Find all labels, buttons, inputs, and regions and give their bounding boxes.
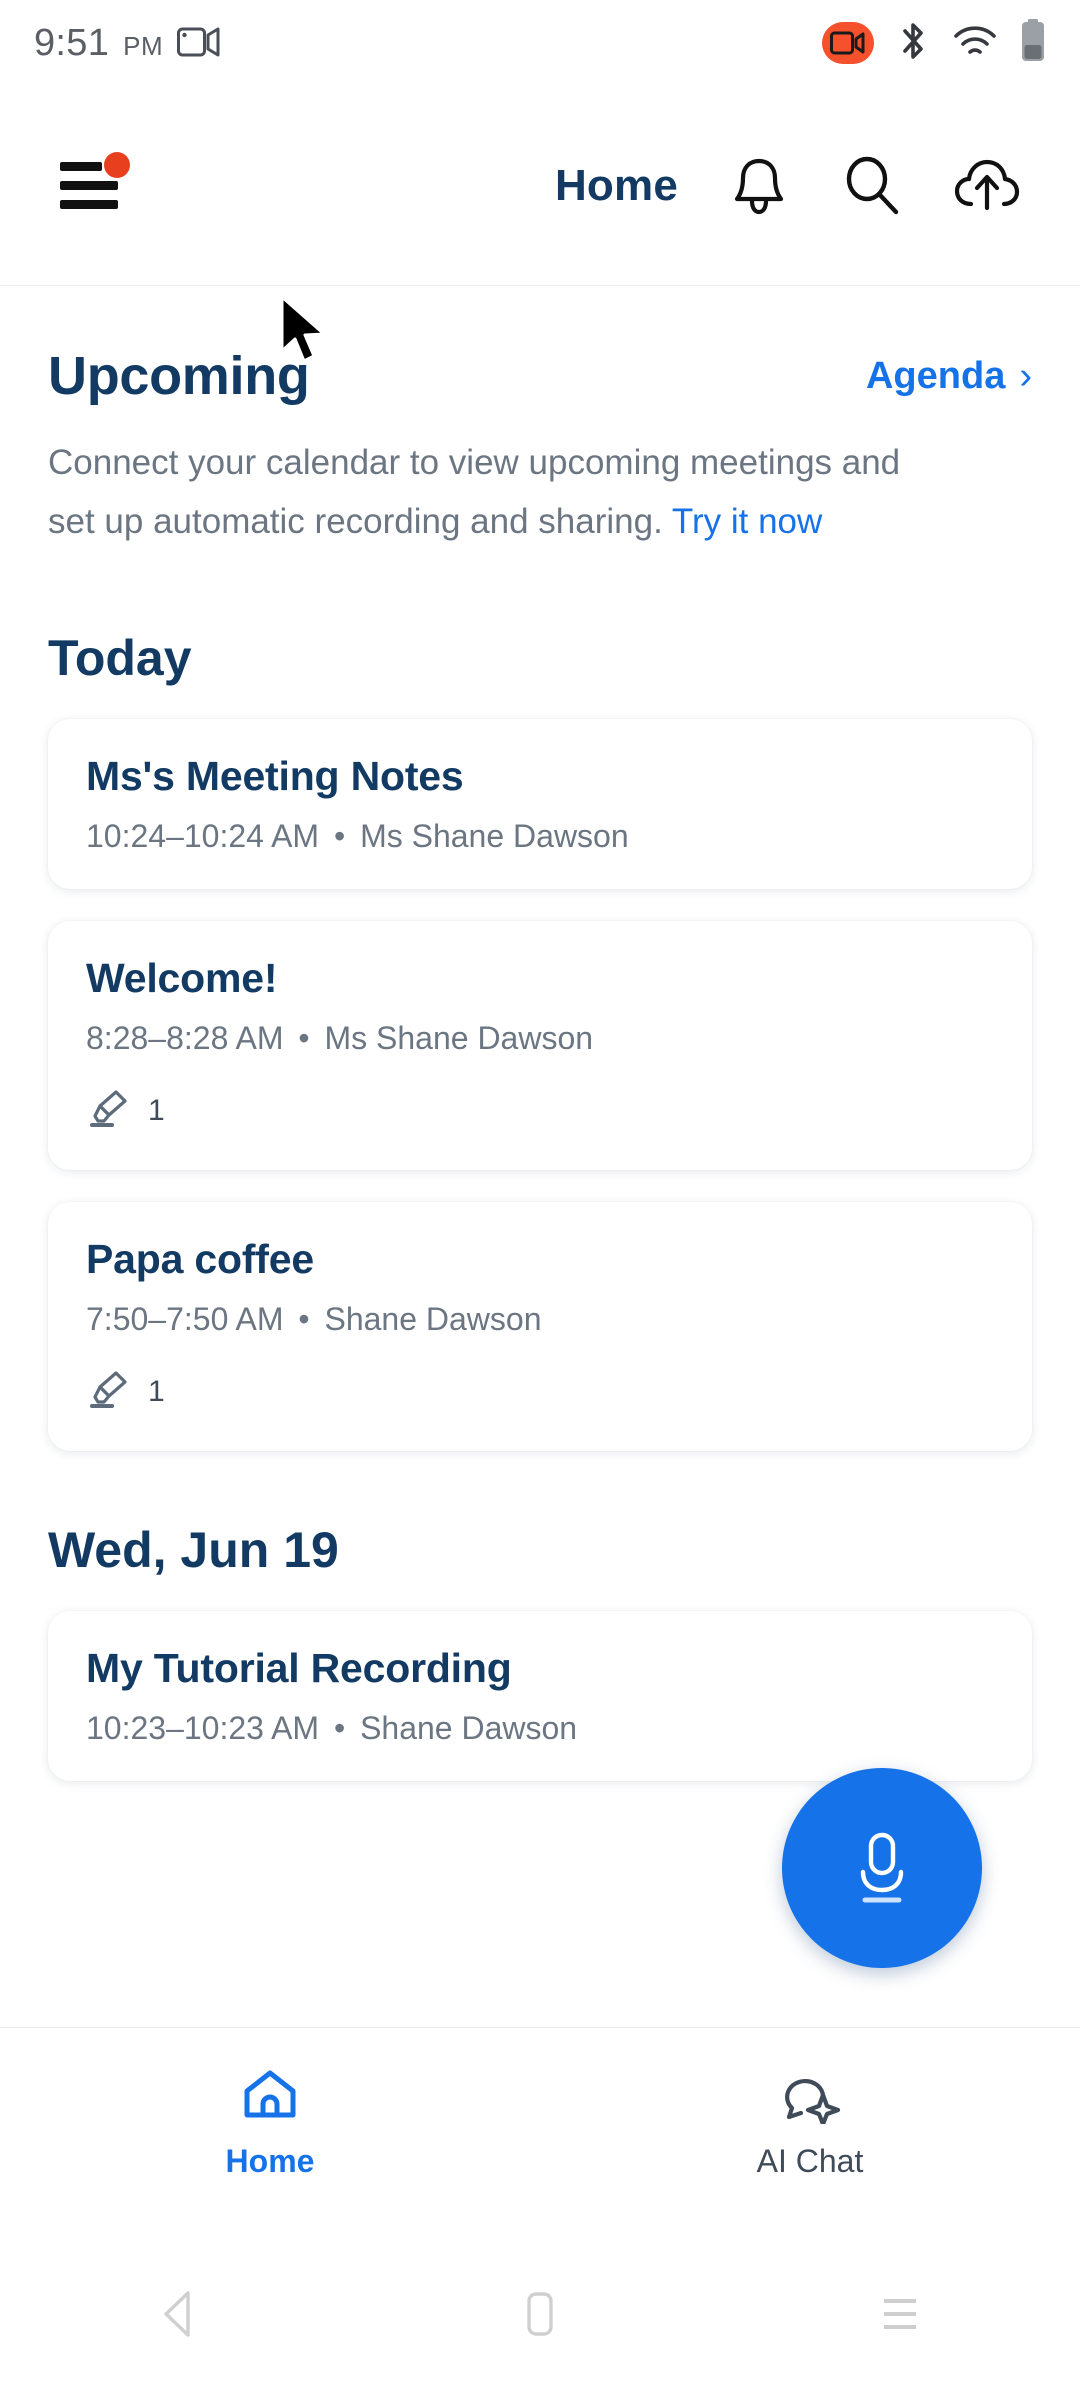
status-bar: 9:51 PM — [0, 0, 1080, 86]
microphone-icon — [860, 1832, 904, 1903]
status-ampm: PM — [123, 31, 164, 61]
wifi-icon — [952, 23, 998, 64]
section-heading-today: Today — [48, 630, 192, 686]
nav-back-button[interactable] — [0, 2289, 360, 2339]
recording-active-icon — [822, 22, 874, 64]
tab-ai-chat-label: AI Chat — [756, 2143, 864, 2179]
meeting-time: 8:28–8:28 AM — [86, 1020, 284, 1056]
separator-dot: • — [298, 1301, 310, 1337]
meeting-time: 10:24–10:24 AM — [86, 818, 320, 854]
agenda-label: Agenda — [865, 354, 1006, 397]
meeting-card[interactable]: My Tutorial Recording 10:23–10:23 AM • S… — [48, 1611, 1032, 1781]
highlight-count: 1 — [148, 1093, 165, 1127]
home-icon — [239, 2066, 301, 2129]
meeting-time: 10:23–10:23 AM — [86, 1710, 320, 1746]
main-content: Upcoming Agenda › Connect your calendar … — [0, 287, 1080, 2027]
meeting-meta: 1 — [86, 1085, 994, 1136]
battery-icon — [1020, 18, 1046, 68]
record-fab-button[interactable] — [782, 1768, 982, 1968]
upcoming-header: Upcoming Agenda › — [0, 287, 1080, 407]
try-it-now-link[interactable]: Try it now — [672, 502, 822, 541]
search-icon[interactable] — [840, 153, 906, 219]
bottom-tab-bar: Home AI Chat — [0, 2027, 1080, 2227]
tab-ai-chat[interactable]: AI Chat — [540, 2066, 1080, 2180]
meeting-time: 7:50–7:50 AM — [86, 1301, 284, 1337]
bell-icon[interactable] — [726, 153, 792, 219]
meeting-card[interactable]: Papa coffee 7:50–7:50 AM • Shane Dawson … — [48, 1202, 1032, 1451]
meeting-subtitle: 10:23–10:23 AM • Shane Dawson — [86, 1710, 994, 1747]
separator-dot: • — [298, 1020, 310, 1056]
highlighter-icon — [86, 1366, 132, 1417]
meeting-owner: Ms Shane Dawson — [360, 818, 629, 854]
upcoming-heading: Upcoming — [48, 346, 310, 406]
phone-screen: 9:51 PM Home Upcoming Agenda › Connect y… — [0, 0, 1080, 2400]
section-heading-date: Wed, Jun 19 — [48, 1522, 339, 1578]
separator-dot: • — [333, 1710, 346, 1746]
nav-home-button[interactable] — [360, 2289, 720, 2339]
highlight-count: 1 — [148, 1374, 165, 1408]
meeting-title: Ms's Meeting Notes — [86, 753, 464, 799]
agenda-link[interactable]: Agenda › — [866, 355, 1032, 398]
page-title: Home — [554, 160, 678, 210]
hamburger-menu-icon[interactable] — [60, 151, 130, 214]
separator-dot: • — [333, 818, 346, 854]
tab-home[interactable]: Home — [0, 2066, 540, 2180]
home-square-icon — [527, 2291, 553, 2336]
highlighter-icon — [86, 1085, 132, 1136]
calendar-connect-blurb: Connect your calendar to view upcoming m… — [0, 407, 1000, 551]
status-time: 9:51 — [34, 22, 110, 64]
meeting-title: Papa coffee — [86, 1236, 314, 1282]
nav-recents-button[interactable] — [720, 2292, 1080, 2336]
status-bar-left: 9:51 PM — [34, 21, 221, 65]
notification-dot — [104, 151, 130, 178]
meeting-subtitle: 7:50–7:50 AM • Shane Dawson — [86, 1301, 994, 1338]
cloud-upload-icon[interactable] — [954, 153, 1020, 219]
meeting-card[interactable]: Welcome! 8:28–8:28 AM • Ms Shane Dawson … — [48, 921, 1032, 1170]
meeting-subtitle: 8:28–8:28 AM • Ms Shane Dawson — [86, 1020, 994, 1057]
meeting-subtitle: 10:24–10:24 AM • Ms Shane Dawson — [86, 818, 994, 855]
meeting-title: My Tutorial Recording — [86, 1645, 512, 1691]
meeting-card[interactable]: Ms's Meeting Notes 10:24–10:24 AM • Ms S… — [48, 719, 1032, 889]
back-triangle-icon — [164, 2290, 190, 2337]
android-nav-bar — [0, 2227, 1080, 2400]
meeting-owner: Ms Shane Dawson — [324, 1020, 594, 1056]
chevron-right-icon: › — [1019, 354, 1032, 397]
screen-record-icon — [177, 25, 221, 64]
status-bar-right — [822, 18, 1046, 68]
meeting-owner: Shane Dawson — [324, 1301, 542, 1337]
bluetooth-icon — [896, 19, 930, 68]
meeting-meta: 1 — [86, 1366, 994, 1417]
meeting-title: Welcome! — [86, 955, 278, 1001]
tab-home-label: Home — [225, 2143, 315, 2179]
recents-lines-icon — [884, 2298, 916, 2329]
ai-chat-icon — [779, 2066, 841, 2129]
meeting-owner: Shane Dawson — [360, 1710, 578, 1746]
header-actions — [726, 153, 1020, 219]
app-header: Home — [0, 86, 1080, 286]
